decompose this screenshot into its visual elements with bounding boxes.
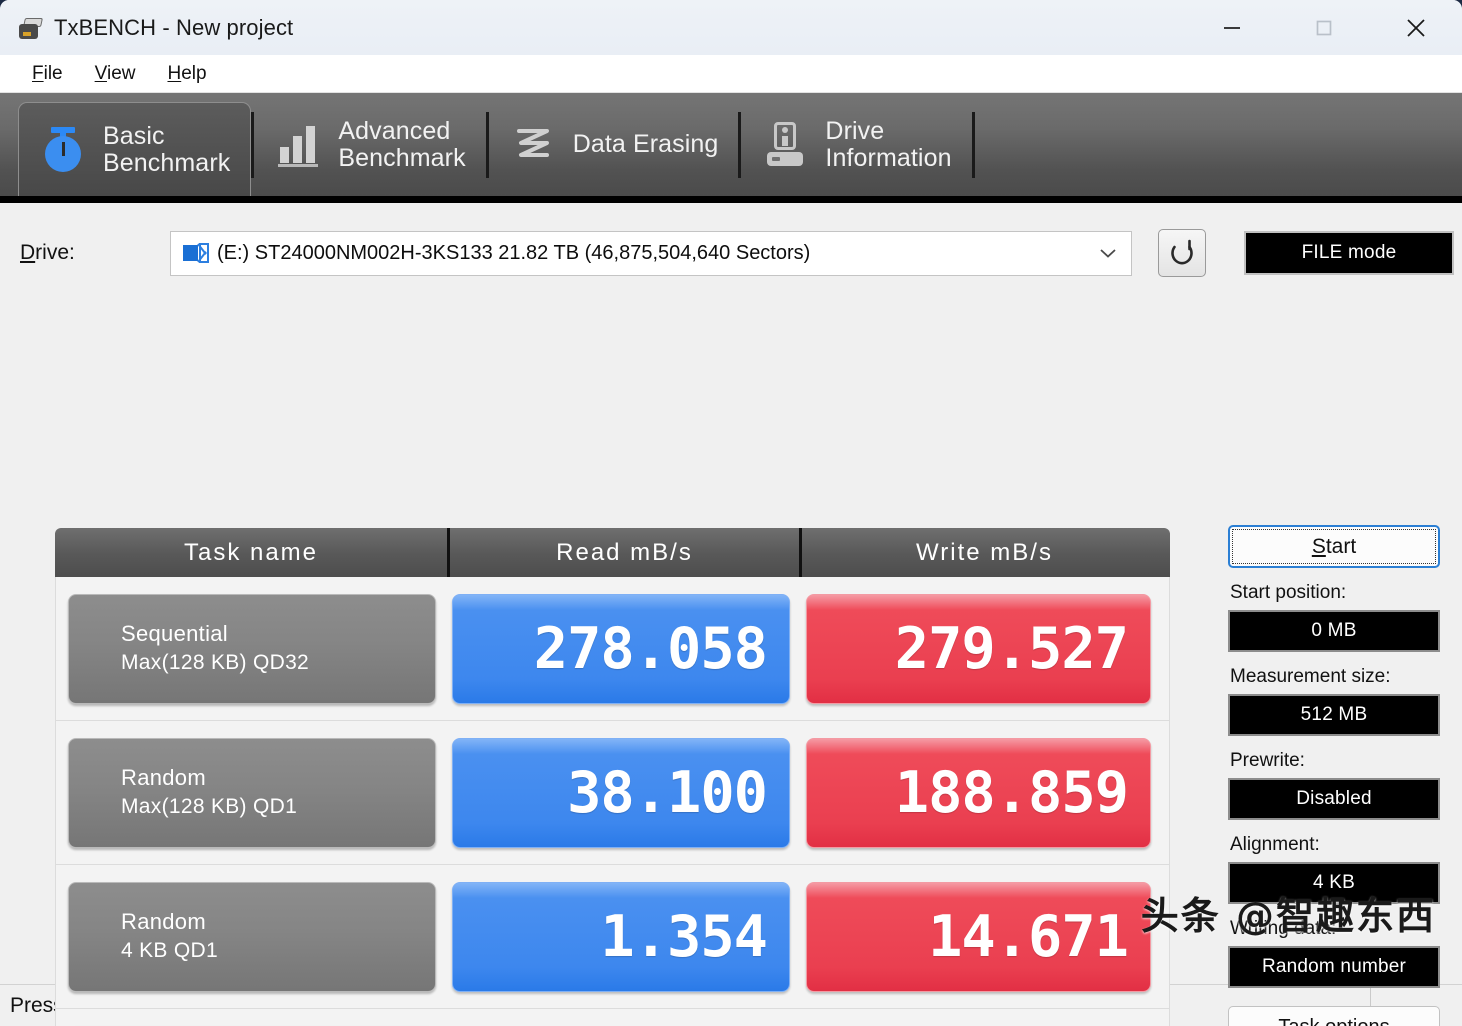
task-name-line1: Sequential — [121, 621, 228, 647]
start-button[interactable]: Start — [1228, 525, 1440, 568]
drive-info-icon — [761, 119, 809, 171]
tab-drive-information[interactable]: Drive Information — [741, 93, 971, 196]
task-name-box[interactable]: Random 4 KB QD1 — [68, 881, 436, 992]
hdd-icon — [183, 242, 209, 264]
menu-label-help-rest: elp — [181, 62, 207, 84]
app-icon — [18, 16, 44, 40]
drive-selected-value: (E:) ST24000NM002H-3KS133 21.82 TB (46,8… — [217, 241, 811, 264]
writing-data-label: Writing data: — [1230, 918, 1337, 939]
drive-selection-row: Drive: (E:) ST24000NM002H-3KS133 21.82 T… — [0, 203, 1462, 281]
results-header-row: Task name Read mB/s Write mB/s — [55, 528, 1170, 577]
prewrite-label: Prewrite: — [1230, 750, 1305, 771]
tab-label-advanced-benchmark: Advanced Benchmark — [338, 116, 466, 172]
column-header-task-name: Task name — [183, 538, 319, 566]
measurement-size-value[interactable]: 512 MB — [1228, 694, 1440, 736]
start-position-value[interactable]: 0 MB — [1228, 610, 1440, 652]
title-bar: TxBENCH - New project — [0, 0, 1462, 55]
alignment-value[interactable]: 4 KB — [1228, 862, 1440, 904]
task-name-box[interactable]: Random Max(128 KB) QD1 — [68, 737, 436, 848]
task-options-button[interactable]: Task options — [1228, 1006, 1440, 1026]
task-name-line1: Random — [121, 765, 206, 791]
file-mode-indicator[interactable]: FILE mode — [1244, 231, 1454, 275]
read-value: 38.100 — [452, 737, 790, 848]
table-row: Random Max(128 KB) QD1 38.100 188.859 — [55, 721, 1170, 865]
start-button-label: Start — [1311, 534, 1357, 558]
write-value: 279.527 — [806, 593, 1151, 704]
prewrite-value[interactable]: Disabled — [1228, 778, 1440, 820]
maximize-icon — [1316, 20, 1332, 35]
tab-strip: Basic Benchmark Advanced Benchmark Data … — [0, 93, 1462, 203]
read-value: 278.058 — [452, 593, 790, 704]
task-name-line1: Random — [121, 909, 206, 935]
tab-divider — [971, 111, 975, 178]
main-content: Drive: (E:) ST24000NM002H-3KS133 21.82 T… — [0, 203, 1462, 1026]
menu-item-view[interactable]: View — [79, 61, 152, 87]
drive-select[interactable]: (E:) ST24000NM002H-3KS133 21.82 TB (46,8… — [170, 230, 1132, 276]
menu-label-view-rest: iew — [106, 62, 136, 84]
task-name-line2: 4 KB QD1 — [121, 939, 218, 963]
app-window: TxBENCH - New project File View Help Bas… — [0, 0, 1462, 1026]
results-table: Task name Read mB/s Write mB/s Sequentia… — [55, 528, 1170, 1026]
measurement-size-label: Measurement size: — [1230, 666, 1391, 687]
tab-label-basic-benchmark: Basic Benchmark — [103, 121, 231, 177]
chevron-down-icon[interactable] — [1095, 240, 1121, 266]
write-value: 14.671 — [806, 881, 1151, 992]
write-value: 188.859 — [806, 737, 1151, 848]
task-name-line2: Max(128 KB) QD1 — [121, 795, 298, 819]
table-row: Random 4 KB QD1 1.354 14.671 — [55, 865, 1170, 1009]
column-header-read: Read mB/s — [447, 528, 802, 577]
stopwatch-icon — [39, 124, 87, 176]
alignment-label: Alignment: — [1230, 834, 1320, 855]
menu-label-file-rest: ile — [43, 62, 63, 84]
task-options-label: Task options — [1278, 1016, 1389, 1026]
refresh-button[interactable] — [1158, 229, 1206, 277]
task-name-line2: Max(128 KB) QD32 — [121, 651, 310, 675]
start-position-label: Start position: — [1230, 582, 1347, 603]
tab-label-drive-information: Drive Information — [825, 116, 952, 172]
table-row: Sequential Max(128 KB) QD32 278.058 279.… — [55, 577, 1170, 721]
eraser-squiggle-icon — [509, 119, 557, 171]
tab-advanced-benchmark[interactable]: Advanced Benchmark — [254, 93, 485, 196]
writing-data-value[interactable]: Random number — [1228, 946, 1440, 988]
drive-label: Drive: — [20, 241, 75, 264]
window-title: TxBENCH - New project — [54, 14, 294, 40]
task-name-box[interactable]: Sequential Max(128 KB) QD32 — [68, 593, 436, 704]
menu-item-file[interactable]: File — [16, 61, 79, 87]
menu-item-help[interactable]: Help — [151, 61, 222, 87]
refresh-icon — [1171, 239, 1193, 265]
tab-label-data-erasing: Data Erasing — [572, 130, 719, 158]
bar-chart-icon — [274, 119, 322, 171]
options-sidebar: Start Start position: 0 MB Measurement s… — [1228, 525, 1440, 1026]
menu-bar: File View Help — [0, 55, 1462, 93]
table-row: Random 4 KB QD32 3.591 11.871 — [55, 1009, 1170, 1026]
minimize-button[interactable] — [1186, 0, 1278, 55]
window-controls — [1186, 0, 1462, 55]
read-value: 1.354 — [452, 881, 790, 992]
minimize-icon — [1224, 26, 1240, 29]
tab-basic-benchmark[interactable]: Basic Benchmark — [18, 102, 252, 196]
tab-data-erasing[interactable]: Data Erasing — [489, 93, 739, 196]
maximize-button[interactable] — [1278, 0, 1370, 55]
column-header-write: Write mB/s — [916, 538, 1053, 566]
close-icon — [1407, 18, 1425, 37]
close-button[interactable] — [1370, 0, 1462, 55]
